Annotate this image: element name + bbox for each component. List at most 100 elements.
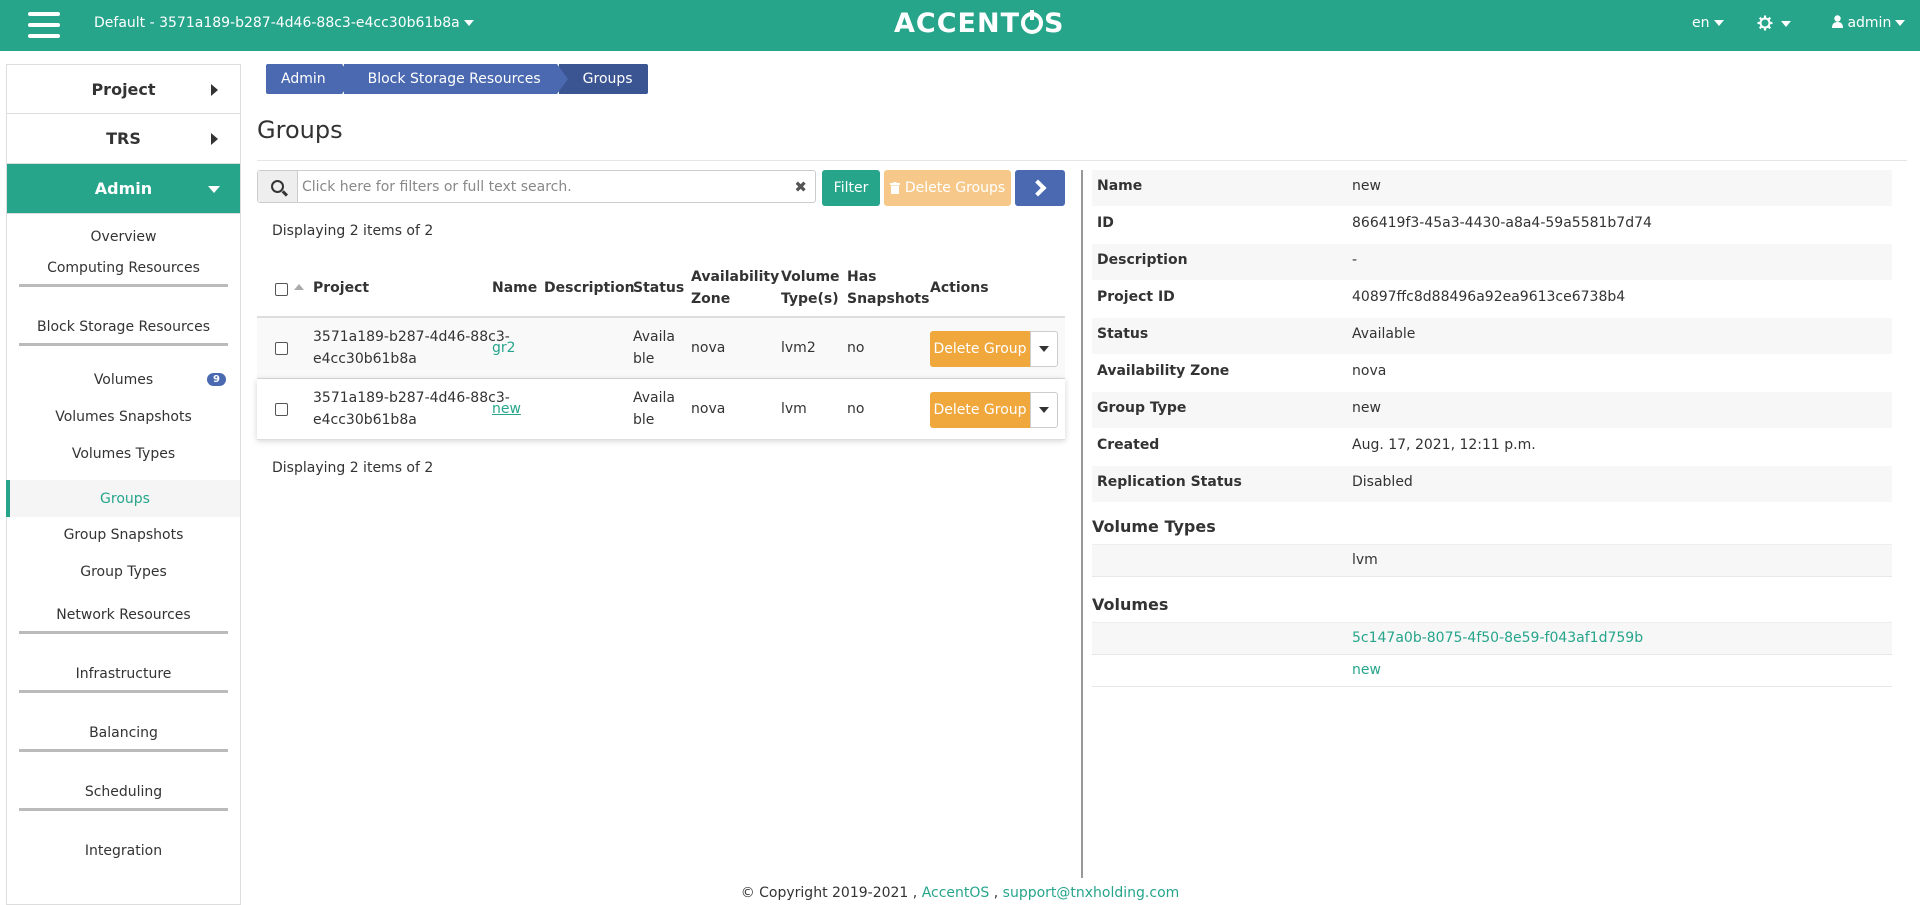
sidebar-item-label: Group Types [80, 564, 167, 580]
sidebar-item-volumes-snapshots[interactable]: Volumes Snapshots [7, 397, 240, 434]
language-label: en [1692, 15, 1710, 31]
sidebar-item-group-types[interactable]: Group Types [7, 552, 240, 589]
row-checkbox[interactable] [275, 403, 288, 416]
breadcrumb-admin[interactable]: Admin [266, 64, 353, 94]
caret-down-icon [208, 186, 220, 193]
caret-right-icon [211, 133, 218, 145]
toggle-detail-button[interactable] [1015, 170, 1065, 206]
sidebar-item-volumes-types[interactable]: Volumes Types [7, 434, 240, 471]
sidebar-item-network-resources[interactable]: Network Resources [19, 589, 228, 634]
row-actions-dropdown[interactable] [1030, 392, 1058, 428]
sidebar-item-volumes[interactable]: Volumes 9 [7, 346, 240, 397]
column-volume-types[interactable]: Volume Type(s) [781, 266, 840, 310]
power-icon [1020, 10, 1043, 34]
project-selector[interactable]: Default - 3571a189-b287-4d46-88c3-e4cc30… [94, 15, 474, 31]
caret-right-icon [211, 84, 218, 96]
sidebar-item-groups[interactable]: Groups [6, 480, 240, 517]
chevron-down-icon [1039, 407, 1049, 413]
filter-button[interactable]: Filter [822, 170, 880, 206]
detail-label: Group Type [1097, 400, 1187, 416]
sidebar-item-scheduling[interactable]: Scheduling [19, 752, 228, 811]
column-status[interactable]: Status [633, 277, 684, 299]
sidebar-item-block-storage[interactable]: Block Storage Resources [19, 287, 228, 346]
volume-row: new [1092, 655, 1892, 687]
detail-label: Replication Status [1097, 474, 1242, 490]
sidebar-item-label: Infrastructure [75, 666, 172, 682]
cell-has-snapshots: no [847, 401, 865, 417]
column-label: Has [847, 269, 877, 285]
select-all-checkbox[interactable] [275, 283, 288, 296]
volume-row: 5c147a0b-8075-4f50-8e59-f043af1d759b [1092, 623, 1892, 655]
search-input[interactable] [302, 171, 782, 202]
cell-text: e4cc30b61b8a [313, 351, 417, 367]
cell-name-link[interactable]: gr2 [492, 337, 516, 359]
footer-email-link[interactable]: support@tnxholding.com [1003, 885, 1180, 901]
display-count-bottom: Displaying 2 items of 2 [272, 460, 434, 476]
panel-divider[interactable] [1081, 170, 1083, 878]
cell-has-snapshots: no [847, 340, 865, 356]
sidebar-item-label: Admin [94, 179, 153, 198]
detail-value: - [1352, 252, 1358, 268]
breadcrumb-block-storage[interactable]: Block Storage Resources [343, 64, 568, 94]
column-has-snapshots[interactable]: Has Snapshots [847, 266, 929, 310]
column-availability-zone[interactable]: Availability Zone [691, 266, 779, 310]
cell-project: 3571a189-b287-4d46-88c3- e4cc30b61b8a [313, 326, 510, 370]
hamburger-menu-icon[interactable] [28, 12, 60, 38]
sidebar-item-integration[interactable]: Integration [7, 811, 240, 868]
sidebar-item-trs[interactable]: TRS [7, 114, 240, 164]
volume-type-value: lvm [1352, 552, 1378, 568]
table-row[interactable]: 3571a189-b287-4d46-88c3- e4cc30b61b8a new… [257, 379, 1065, 440]
sort-asc-icon[interactable] [294, 284, 304, 290]
detail-row: Status Available [1092, 318, 1892, 355]
settings-menu[interactable] [1757, 15, 1791, 32]
detail-row: Description - [1092, 244, 1892, 281]
user-icon [1832, 15, 1843, 28]
delete-groups-button[interactable]: Delete Groups [884, 170, 1011, 206]
cell-volume-types: lvm2 [781, 340, 816, 356]
footer: © Copyright 2019-2021 , AccentOS , suppo… [0, 885, 1920, 901]
table-header: Project Name Description Status Availabi… [257, 258, 1065, 318]
delete-group-button[interactable]: Delete Group [930, 392, 1030, 428]
sidebar-item-label: Project [91, 79, 156, 99]
gear-icon [1757, 15, 1773, 31]
clear-search-icon[interactable]: ✖ [794, 178, 807, 196]
sidebar-item-label: Network Resources [56, 607, 191, 623]
search-icon [271, 180, 284, 193]
sidebar-item-label: Scheduling [84, 784, 163, 800]
table-row[interactable]: 3571a189-b287-4d46-88c3- e4cc30b61b8a gr2… [257, 318, 1065, 379]
column-actions: Actions [930, 280, 989, 296]
detail-label: Availability Zone [1097, 363, 1230, 379]
volume-link[interactable]: new [1352, 662, 1381, 678]
footer-brand-link[interactable]: AccentOS [922, 885, 990, 901]
sidebar-item-group-snapshots[interactable]: Group Snapshots [7, 517, 240, 552]
cell-name-link[interactable]: new [492, 398, 521, 420]
language-selector[interactable]: en [1692, 15, 1724, 31]
sidebar-item-infrastructure[interactable]: Infrastructure [19, 634, 228, 693]
column-description[interactable]: Description [544, 277, 635, 299]
search-button[interactable] [258, 171, 298, 202]
column-label: Volume [781, 269, 840, 285]
delete-group-button[interactable]: Delete Group [930, 331, 1030, 367]
groups-table: Project Name Description Status Availabi… [257, 258, 1065, 440]
row-actions-dropdown[interactable] [1030, 331, 1058, 367]
sidebar-item-project[interactable]: Project [7, 64, 240, 114]
sidebar-item-admin[interactable]: Admin [7, 164, 240, 214]
sidebar-item-label: Balancing [89, 725, 158, 741]
volume-link[interactable]: 5c147a0b-8075-4f50-8e59-f043af1d759b [1352, 630, 1643, 646]
breadcrumb-groups[interactable]: Groups [558, 64, 648, 94]
footer-separator: , [993, 885, 999, 901]
column-name[interactable]: Name [492, 277, 537, 299]
sidebar-item-overview[interactable]: Overview [7, 214, 240, 254]
row-checkbox[interactable] [275, 342, 288, 355]
sidebar-item-label: Block Storage Resources [36, 319, 211, 335]
sidebar-item-computing-resources[interactable]: Computing Resources [19, 254, 228, 287]
user-menu[interactable]: admin [1832, 15, 1906, 31]
trash-icon [889, 182, 900, 194]
cell-volume-types: lvm [781, 401, 807, 417]
detail-value: Disabled [1352, 474, 1413, 490]
sidebar-item-balancing[interactable]: Balancing [19, 693, 228, 752]
row-actions: Delete Group [930, 331, 1058, 367]
column-project[interactable]: Project [313, 277, 369, 299]
chevron-right-icon [1029, 179, 1047, 197]
sidebar-item-label: Volumes [93, 372, 154, 388]
